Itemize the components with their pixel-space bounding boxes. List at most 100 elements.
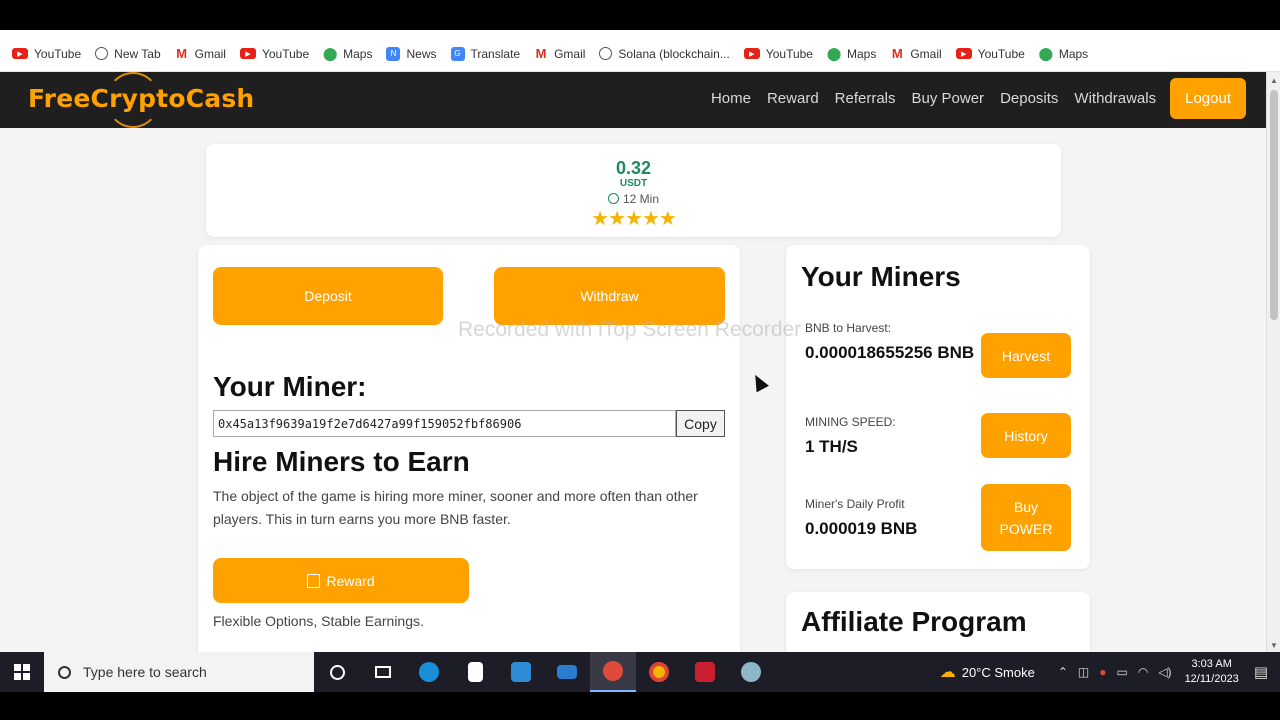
start-button[interactable] bbox=[0, 652, 44, 692]
page-scrollbar[interactable]: ▲ ▼ bbox=[1266, 72, 1280, 652]
globe-icon bbox=[599, 47, 613, 60]
plan-time: 12 Min bbox=[206, 192, 1061, 206]
chrome-profile-icon[interactable] bbox=[590, 652, 636, 692]
reward-button[interactable]: Reward bbox=[213, 558, 469, 603]
bookmark-item[interactable]: G Translate bbox=[450, 46, 521, 61]
bookmark-item[interactable]: ▶ YouTube bbox=[743, 46, 813, 61]
wifi-icon[interactable]: ◠ bbox=[1138, 665, 1148, 679]
bookmark-label: Gmail bbox=[554, 46, 586, 61]
bookmark-item[interactable]: ▶ YouTube bbox=[239, 47, 309, 61]
recorder-watermark: Recorded with iTop Screen Recorder bbox=[458, 318, 802, 341]
file-icon[interactable] bbox=[452, 652, 498, 692]
network-icon[interactable]: ◫ bbox=[1078, 665, 1089, 679]
nav-links: Home Reward Referrals Buy Power Deposits… bbox=[695, 78, 1246, 119]
tagline: Flexible Options, Stable Earnings. bbox=[213, 613, 424, 629]
bookmark-label: Maps bbox=[846, 46, 877, 61]
bookmark-item[interactable]: M Gmail bbox=[890, 46, 942, 61]
nav-reward[interactable]: Reward bbox=[767, 90, 819, 107]
bookmark-item[interactable]: M Gmail bbox=[175, 46, 226, 61]
bookmark-item[interactable]: ⬤ Maps bbox=[322, 45, 373, 61]
site-logo[interactable]: FreeCryptoCash bbox=[28, 84, 254, 113]
nav-buy-power[interactable]: Buy Power bbox=[912, 90, 985, 107]
clock-date: 12/11/2023 bbox=[1184, 673, 1239, 685]
notification-icon[interactable]: ▤ bbox=[1254, 663, 1268, 681]
volume-icon[interactable]: ◁) bbox=[1158, 665, 1171, 679]
mouse-cursor-icon bbox=[749, 371, 769, 393]
bookmark-label: YouTube bbox=[977, 46, 1025, 61]
youtube-icon: ▶ bbox=[955, 48, 972, 59]
bookmark-item[interactable]: ▶ YouTube bbox=[955, 46, 1025, 61]
recorder-tray-icon[interactable]: ● bbox=[1099, 665, 1106, 679]
taskbar-search-placeholder: Type here to search bbox=[83, 664, 207, 680]
deposit-button[interactable]: Deposit bbox=[213, 267, 443, 325]
profit-value: 0.000019 BNB bbox=[805, 519, 918, 538]
site-navbar: FreeCryptoCash Home Reward Referrals Buy… bbox=[0, 72, 1266, 128]
task-view-icon[interactable] bbox=[360, 652, 406, 692]
chevron-up-icon[interactable]: ⌃ bbox=[1058, 665, 1068, 679]
bookmark-item[interactable]: ▶ YouTube bbox=[12, 47, 81, 61]
store-icon[interactable] bbox=[498, 652, 544, 692]
device-icon[interactable]: ▭ bbox=[1117, 665, 1128, 679]
main-card: Deposit Withdraw Your Miner: 0x45a13f963… bbox=[198, 245, 740, 652]
edge-icon[interactable] bbox=[406, 652, 452, 692]
bookmark-item[interactable]: Solana (blockchain... bbox=[599, 46, 730, 61]
your-miners-card: Your Miners BNB to Harvest: 0.0000186552… bbox=[786, 245, 1090, 569]
windows-taskbar: Type here to search ☁ 20°C Smoke ⌃ ◫ ● ▭… bbox=[0, 652, 1280, 692]
plan-stat-card: 0.32 USDT 12 Min ★★★★★ bbox=[206, 144, 1061, 237]
bookmark-label: YouTube bbox=[765, 46, 813, 61]
system-clock[interactable]: 3:03 AM 12/11/2023 bbox=[1185, 657, 1239, 687]
scroll-up-icon[interactable]: ▲ bbox=[1270, 76, 1278, 85]
maps-icon: ⬤ bbox=[322, 45, 338, 61]
buy-power-button[interactable]: Buy POWER bbox=[981, 484, 1071, 551]
plan-value: 0.32 bbox=[615, 158, 652, 178]
screen-recorder-icon[interactable] bbox=[682, 652, 728, 692]
gift-icon bbox=[307, 573, 321, 588]
bookmark-label: YouTube bbox=[34, 46, 82, 61]
scroll-down-icon[interactable]: ▼ bbox=[1270, 641, 1278, 650]
reward-button-label: Reward bbox=[326, 572, 375, 589]
nav-deposits[interactable]: Deposits bbox=[1000, 90, 1058, 107]
bookmark-item[interactable]: ⬤ Maps bbox=[827, 46, 877, 61]
scrollbar-thumb[interactable] bbox=[1270, 90, 1278, 320]
copy-button[interactable]: Copy bbox=[676, 410, 725, 437]
taskbar-search[interactable]: Type here to search bbox=[44, 652, 314, 692]
bookmark-label: Gmail bbox=[910, 46, 942, 61]
miner-address-field[interactable]: 0x45a13f9639a19f2e7d6427a99f159052fbf869… bbox=[213, 410, 676, 437]
chrome-icon[interactable] bbox=[636, 652, 682, 692]
gmail-icon: M bbox=[535, 46, 547, 61]
nav-home[interactable]: Home bbox=[711, 90, 751, 107]
gmail-icon: M bbox=[891, 46, 903, 61]
bookmark-item[interactable]: N News bbox=[386, 46, 437, 61]
bookmark-item[interactable]: New Tab bbox=[95, 47, 161, 61]
your-miners-heading: Your Miners bbox=[801, 261, 961, 292]
your-miner-heading: Your Miner: bbox=[213, 371, 367, 402]
logout-button[interactable]: Logout bbox=[1170, 78, 1246, 119]
nav-withdrawals[interactable]: Withdrawals bbox=[1074, 90, 1156, 107]
windows-logo-icon bbox=[14, 664, 30, 680]
browser-viewport: FreeCryptoCash Home Reward Referrals Buy… bbox=[0, 72, 1266, 652]
window-top-bar bbox=[0, 0, 1280, 30]
history-button[interactable]: History bbox=[981, 413, 1071, 458]
hire-miners-heading: Hire Miners to Earn bbox=[213, 446, 470, 477]
bookmark-item[interactable]: ⬤ Maps bbox=[1038, 45, 1089, 61]
mail-icon[interactable] bbox=[544, 652, 590, 692]
app-icon[interactable] bbox=[728, 652, 774, 692]
maps-icon: ⬤ bbox=[1038, 45, 1054, 61]
youtube-icon: ▶ bbox=[239, 48, 256, 59]
withdraw-button[interactable]: Withdraw bbox=[494, 267, 725, 325]
youtube-icon: ▶ bbox=[743, 48, 760, 59]
bookmark-label: Solana (blockchain... bbox=[618, 46, 730, 61]
bookmark-label: Translate bbox=[470, 46, 521, 61]
translate-icon: G bbox=[450, 46, 465, 61]
weather-text[interactable]: 20°C Smoke bbox=[962, 665, 1035, 680]
bookmark-item[interactable]: M Gmail bbox=[534, 46, 586, 61]
profit-label: Miner's Daily Profit bbox=[805, 497, 905, 511]
clock-time: 3:03 AM bbox=[1191, 658, 1232, 670]
nav-referrals[interactable]: Referrals bbox=[835, 90, 896, 107]
star-rating: ★★★★★ bbox=[591, 208, 677, 230]
bookmark-label: News bbox=[406, 46, 437, 61]
harvest-button[interactable]: Harvest bbox=[981, 333, 1071, 378]
plan-time-text: 12 Min bbox=[622, 192, 660, 206]
cortana-icon[interactable] bbox=[314, 652, 360, 692]
weather-icon: ☁ bbox=[939, 664, 956, 681]
